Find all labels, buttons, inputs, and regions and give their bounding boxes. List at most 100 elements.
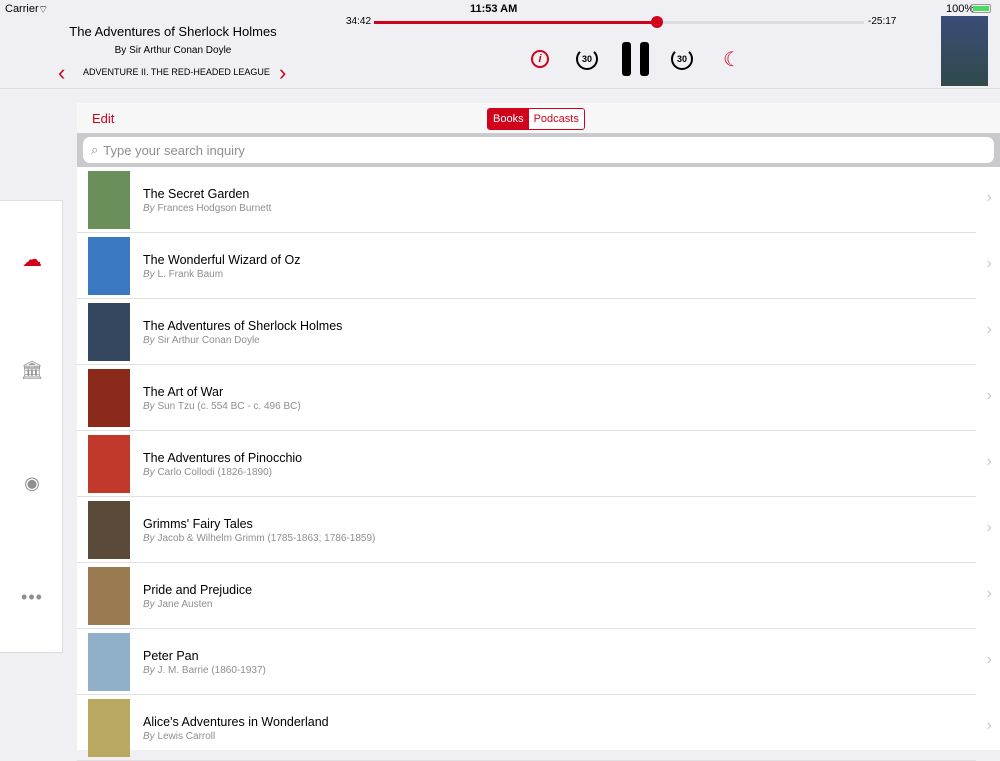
podcast-icon[interactable]: ◉ (16, 469, 48, 497)
book-cover (88, 369, 130, 427)
by-label: By (143, 599, 155, 610)
by-label: By (143, 731, 155, 742)
library-icon[interactable]: 🏛 (16, 356, 48, 384)
book-cover (88, 567, 130, 625)
book-title: The Secret Garden (143, 187, 250, 201)
book-author: By Sir Arthur Conan Doyle (143, 335, 260, 346)
by-label: By (143, 467, 155, 478)
chevron-right-icon: › (986, 321, 992, 338)
rewind-30-icon: 30 (576, 48, 598, 70)
by-label: By (143, 665, 155, 676)
author-name: Jane Austen (157, 599, 213, 610)
next-chapter-button[interactable]: › (279, 60, 286, 86)
by-label: By (143, 533, 155, 544)
author-name: Carlo Collodi (1826-1890) (157, 467, 272, 478)
book-row[interactable]: The Wonderful Wizard of Oz By L. Frank B… (77, 233, 992, 299)
book-cover (88, 237, 130, 295)
book-title: The Wonderful Wizard of Oz (143, 253, 301, 267)
author-name: Sun Tzu (c. 554 BC - c. 496 BC) (157, 401, 301, 412)
chevron-right-icon: › (986, 189, 992, 206)
chevron-right-icon: › (986, 519, 992, 536)
now-playing-title: The Adventures of Sherlock Holmes (69, 24, 277, 39)
search-icon: ⌕ (91, 142, 99, 157)
chevron-right-icon: › (986, 453, 992, 470)
book-row[interactable]: Grimms' Fairy Tales By Jacob & Wilhelm G… (77, 497, 992, 563)
progress-thumb[interactable] (651, 16, 664, 28)
book-author: By Sun Tzu (c. 554 BC - c. 496 BC) (143, 401, 301, 412)
more-icon[interactable]: ••• (16, 583, 48, 611)
remaining-time: -25:17 (868, 16, 897, 27)
now-playing-cover[interactable] (941, 16, 988, 86)
header-divider (0, 88, 1000, 89)
book-cover (88, 501, 130, 559)
chevron-right-icon: › (986, 255, 992, 272)
book-title: The Adventures of Pinocchio (143, 451, 303, 465)
book-cover (88, 435, 130, 493)
chevron-right-icon: › (986, 585, 992, 602)
elapsed-time: 34:42 (346, 16, 372, 27)
book-row[interactable]: Peter Pan By J. M. Barrie (1860-1937) › (77, 629, 992, 695)
book-row[interactable]: Pride and Prejudice By Jane Austen › (77, 563, 992, 629)
tab-podcasts[interactable]: Podcasts (528, 109, 584, 129)
forward-30-icon: 30 (671, 48, 693, 70)
book-row[interactable]: The Secret Garden By Frances Hodgson Bur… (77, 167, 992, 233)
book-row[interactable]: The Adventures of Pinocchio By Carlo Col… (77, 431, 992, 497)
book-title: Alice's Adventures in Wonderland (143, 715, 329, 729)
book-title: The Adventures of Sherlock Holmes (143, 319, 343, 333)
chevron-right-icon: › (986, 651, 992, 668)
by-label: By (143, 203, 155, 214)
book-list: The Secret Garden By Frances Hodgson Bur… (77, 167, 1000, 761)
search-placeholder: Type your search inquiry (103, 142, 245, 158)
sleep-timer-button[interactable]: ☾ (720, 40, 744, 78)
skip-back-button[interactable]: 30 (574, 40, 600, 78)
by-label: By (143, 269, 155, 280)
library-panel: Edit Books Podcasts ⌕ Type your search in… (77, 103, 1000, 761)
wifi-icon: ⌔ (38, 4, 49, 16)
book-author: By Jane Austen (143, 599, 213, 610)
book-author: By Lewis Carroll (143, 731, 215, 742)
tab-books[interactable]: Books (488, 109, 529, 129)
author-name: Frances Hodgson Burnett (157, 203, 272, 214)
battery-icon (971, 4, 991, 13)
book-title: Grimms' Fairy Tales (143, 517, 253, 531)
author-name: Sir Arthur Conan Doyle (157, 335, 260, 346)
book-title: Peter Pan (143, 649, 199, 663)
prev-chapter-button[interactable]: ‹ (58, 60, 65, 86)
book-author: By Jacob & Wilhelm Grimm (1785-1863; 178… (143, 533, 375, 544)
book-row[interactable]: The Art of War By Sun Tzu (c. 554 BC - c… (77, 365, 992, 431)
author-name: J. M. Barrie (1860-1937) (157, 665, 266, 676)
book-author: By Carlo Collodi (1826-1890) (143, 467, 272, 478)
author-name: Jacob & Wilhelm Grimm (1785-1863; 1786-1… (157, 533, 376, 544)
chapter-label: ADVENTURE II. THE RED-HEADED LEAGUE (83, 67, 270, 77)
edit-button[interactable]: Edit (92, 111, 114, 126)
book-cover (88, 699, 130, 757)
status-time: 11:53 AM (470, 3, 518, 15)
skip-forward-button[interactable]: 30 (669, 40, 695, 78)
moon-icon: ☾ (723, 48, 741, 71)
author-name: Lewis Carroll (157, 731, 216, 742)
info-icon: i (531, 50, 549, 68)
search-input[interactable]: ⌕ Type your search inquiry (83, 137, 994, 163)
book-cover (88, 171, 130, 229)
book-author: By Frances Hodgson Burnett (143, 203, 271, 214)
info-button[interactable]: i (529, 40, 551, 78)
progress-slider[interactable] (374, 21, 864, 24)
book-row[interactable]: The Adventures of Sherlock Holmes By Sir… (77, 299, 992, 365)
pause-button[interactable] (620, 40, 650, 78)
pause-icon (621, 42, 649, 76)
book-cover (88, 303, 130, 361)
now-playing-author: By Sir Arthur Conan Doyle (114, 45, 232, 56)
author-name: L. Frank Baum (157, 269, 224, 280)
chevron-right-icon: › (986, 387, 992, 404)
segmented-control: Books Podcasts (487, 108, 585, 130)
carrier-label: Carrier (5, 3, 39, 15)
book-title: Pride and Prejudice (143, 583, 253, 597)
chevron-right-icon: › (986, 717, 992, 734)
book-cover (88, 633, 130, 691)
sidebar: ☁ 🏛 ◉ ••• (0, 200, 63, 653)
by-label: By (143, 335, 155, 346)
downloads-cloud-icon[interactable]: ☁ (16, 245, 48, 273)
book-title: The Art of War (143, 385, 224, 399)
book-row[interactable]: Alice's Adventures in Wonderland By Lewi… (77, 695, 992, 761)
book-author: By L. Frank Baum (143, 269, 223, 280)
